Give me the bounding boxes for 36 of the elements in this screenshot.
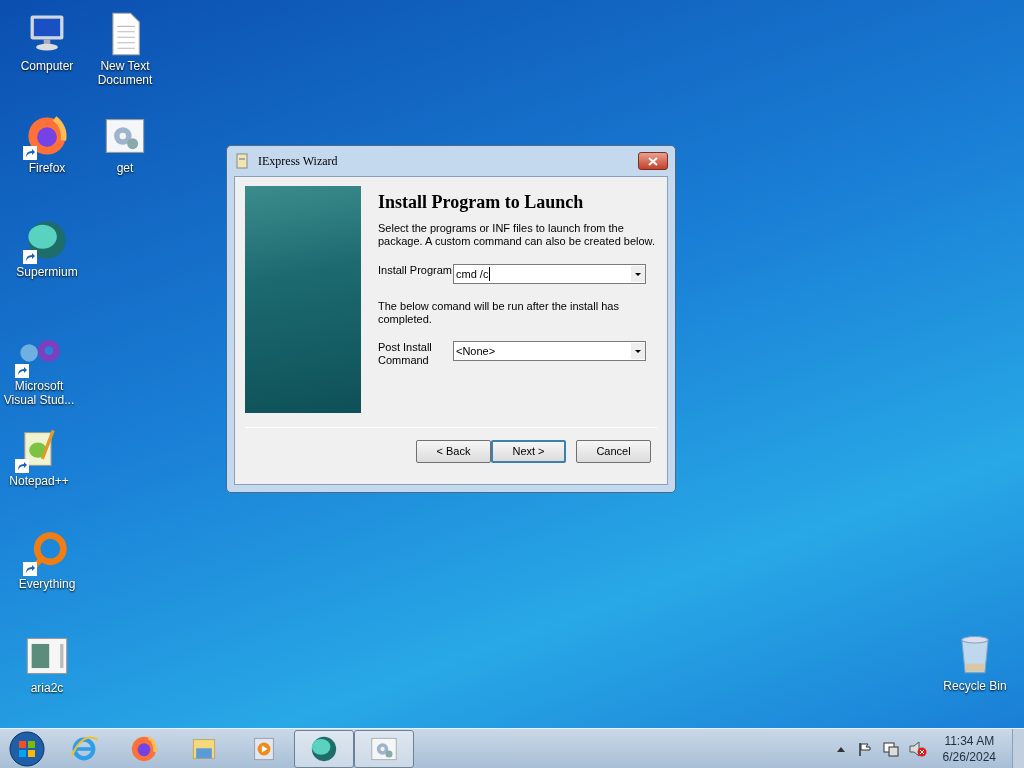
taskbar-button[interactable] (294, 729, 354, 768)
shortcut-arrow-icon (23, 562, 37, 576)
page-heading: Install Program to Launch (378, 191, 585, 213)
close-button[interactable] (638, 152, 668, 170)
windows-logo-icon (9, 730, 45, 767)
post-install-label: Post Install Command (378, 341, 433, 367)
desktop-icon-label[interactable]: Microsoft Visual Stud... (0, 379, 78, 407)
desktop-icon-label[interactable]: Notepad++ (9, 474, 69, 488)
note-text: The below comand will be run after the install has completed. (378, 300, 620, 326)
shortcut-arrow-icon (15, 459, 29, 473)
clock[interactable]: 11:34 AM 6/26/2024 (942, 732, 996, 765)
setup-file-icon (234, 153, 250, 169)
desktop-icon-label[interactable]: Firefox (28, 161, 66, 175)
shortcut-arrow-icon (23, 250, 37, 264)
wizard-button[interactable]: Next > (491, 440, 566, 463)
shortcut-arrow-icon (23, 146, 37, 160)
desktop-icon-label[interactable]: Computer (20, 59, 74, 73)
window-title: IExpress Wizard (258, 153, 339, 170)
muted-speaker-icon[interactable] (908, 740, 927, 757)
install-program-combo[interactable]: cmd /c (453, 264, 646, 284)
wizard-button[interactable]: < Back (416, 440, 491, 463)
close-icon (648, 156, 658, 166)
desktop-icon-label[interactable]: get (116, 161, 134, 175)
post-install-combo[interactable]: <None> (453, 341, 646, 361)
instructions-text: Select the programs or INF files to launch from the package. A custom command can also be created below. (378, 222, 656, 248)
show-hidden-icons-arrow-icon[interactable] (836, 745, 845, 752)
taskbar-button[interactable] (354, 729, 414, 768)
desktop-icon-label[interactable]: New Text Document (86, 59, 164, 87)
shortcut-arrow-icon (15, 364, 29, 378)
flag-icon[interactable] (856, 740, 873, 757)
install-program-label: Install Program (378, 264, 453, 277)
network-icon[interactable] (882, 740, 899, 757)
desktop-icon-label[interactable]: Supermium (16, 265, 78, 279)
desktop-icon-label[interactable]: Recycle Bin (943, 679, 1007, 693)
desktop-icon-label[interactable]: Everything (18, 577, 76, 591)
wizard-button[interactable]: Cancel (576, 440, 651, 463)
